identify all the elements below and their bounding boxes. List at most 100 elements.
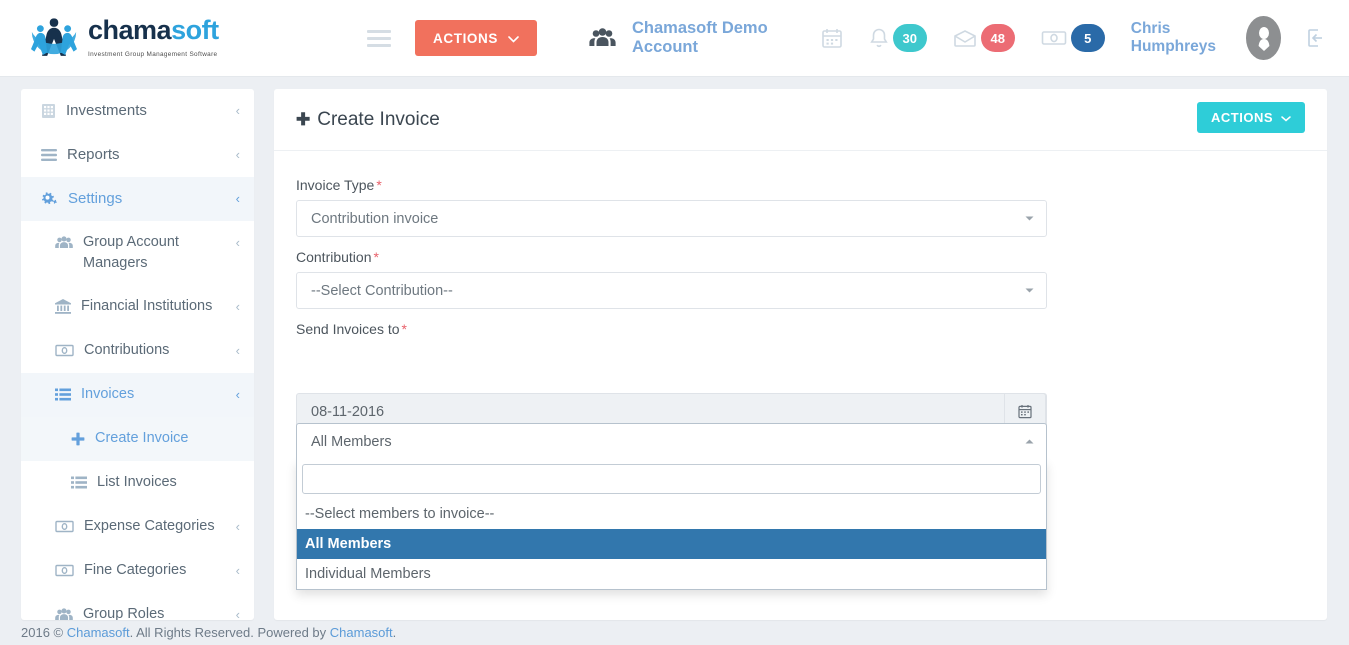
- dropdown-option-label: --Select members to invoice--: [305, 506, 495, 522]
- send-invoices-to-select[interactable]: All Members: [296, 423, 1047, 460]
- invoice-type-label-text: Invoice Type: [296, 177, 375, 193]
- create-invoice-form: Invoice Type * Contribution invoice Contr…: [274, 151, 1327, 590]
- sidebar-item-settings[interactable]: Settings ‹: [21, 177, 254, 221]
- logo-word-primary: chama: [88, 14, 172, 45]
- send-invoices-to-value: All Members: [311, 434, 392, 450]
- chamasoft-people-logo-icon: [28, 15, 80, 61]
- logo[interactable]: chamasoft Investment Group Management So…: [28, 15, 333, 61]
- dropdown-option-individual-members[interactable]: Individual Members: [297, 559, 1046, 589]
- sidebar-item-reports[interactable]: Reports ‹: [21, 133, 254, 177]
- page-title: ✚ Create Invoice: [296, 109, 440, 131]
- dropdown-search-input[interactable]: [302, 464, 1041, 494]
- group-people-icon: [55, 604, 73, 620]
- send-invoices-to-dropdown: All Members --Select members to invoice-…: [296, 423, 1047, 590]
- footer-text-before: 2016 ©: [21, 625, 67, 640]
- sidebar-item-label: Fine Categories: [84, 562, 187, 578]
- hamburger-bar: [366, 29, 392, 33]
- money-icon: [55, 560, 74, 581]
- group-people-icon: [589, 28, 616, 48]
- main-content-panel: ✚ Create Invoice ACTIONS Invoice Type * C…: [274, 89, 1327, 620]
- dropdown-menu: --Select members to invoice-- All Member…: [296, 460, 1047, 590]
- field-send-invoices-to: Send Invoices to *: [296, 321, 1305, 381]
- avatar[interactable]: [1246, 16, 1281, 60]
- sidebar-item-create-invoice[interactable]: Create Invoice: [21, 417, 254, 461]
- bell-icon: [869, 27, 889, 49]
- dropdown-option-label: All Members: [305, 536, 392, 552]
- sidebar-item-label: Group Roles: [83, 606, 165, 620]
- sidebar-item-invoices[interactable]: Invoices ‹: [21, 373, 254, 417]
- page-title-text: Create Invoice: [317, 108, 440, 130]
- building-icon: [41, 100, 56, 121]
- group-account-link[interactable]: Chamasoft Demo Account: [589, 19, 821, 57]
- sidebar-item-label: Investments: [66, 102, 147, 119]
- sidebar-item-label: Invoices: [81, 386, 135, 402]
- invoice-type-label: Invoice Type *: [296, 177, 1305, 193]
- invoice-type-value: Contribution invoice: [311, 210, 439, 227]
- sidebar-item-label: Group Account Managers: [83, 234, 179, 271]
- dropdown-option-select-members[interactable]: --Select members to invoice--: [297, 499, 1046, 529]
- money-icon: [1041, 29, 1067, 47]
- sidebar-item-expense-categories[interactable]: Expense Categories ‹: [21, 505, 254, 549]
- sidebar-item-fine-categories[interactable]: Fine Categories ‹: [21, 549, 254, 593]
- invoice-type-select[interactable]: Contribution invoice: [296, 200, 1047, 237]
- logo-tagline: Investment Group Management Software: [88, 50, 218, 58]
- logo-text: chamasoft Investment Group Management So…: [88, 14, 333, 60]
- chevron-left-icon: ‹: [235, 563, 240, 578]
- sidebar-item-group-account-managers[interactable]: Group Account Managers ‹: [21, 221, 254, 285]
- group-people-icon: [55, 232, 73, 253]
- money-icon: [55, 516, 74, 537]
- footer: 2016 © Chamasoft. All Rights Reserved. P…: [0, 621, 1349, 645]
- sidebar-item-label: Settings: [68, 190, 123, 207]
- hamburger-icon[interactable]: [366, 26, 392, 51]
- list-icon: [71, 472, 87, 493]
- required-marker: *: [376, 177, 382, 193]
- contribution-select[interactable]: --Select Contribution--: [296, 272, 1047, 309]
- bell-notification[interactable]: 30: [869, 24, 927, 52]
- chevron-left-icon: ‹: [235, 191, 240, 206]
- chevron-left-icon: ‹: [235, 147, 240, 162]
- message-notification[interactable]: 48: [953, 24, 1015, 52]
- bank-icon: [55, 296, 71, 317]
- sidebar-item-group-roles[interactable]: Group Roles ‹: [21, 593, 254, 620]
- logo-word-secondary: soft: [171, 14, 219, 45]
- send-invoices-to-label: Send Invoices to *: [296, 321, 1305, 337]
- required-marker: *: [373, 249, 379, 265]
- chevron-down-icon: [508, 31, 519, 46]
- sidebar-item-label: Contributions: [84, 342, 170, 358]
- calendar-icon: [821, 27, 843, 49]
- footer-link-chamasoft[interactable]: Chamasoft: [67, 625, 130, 640]
- money-notification[interactable]: 5: [1041, 24, 1105, 52]
- bell-badge: 30: [892, 24, 927, 52]
- panel-header: ✚ Create Invoice ACTIONS: [274, 89, 1327, 151]
- message-badge: 48: [980, 24, 1015, 52]
- field-invoice-type: Invoice Type * Contribution invoice: [296, 177, 1305, 237]
- dropdown-option-all-members[interactable]: All Members: [297, 529, 1046, 559]
- dropdown-search-wrap: [297, 460, 1046, 499]
- sidebar-item-label: List Invoices: [97, 474, 177, 490]
- header-actions-button[interactable]: ACTIONS: [415, 20, 537, 56]
- sidebar-item-contributions[interactable]: Contributions ‹: [21, 329, 254, 373]
- sidebar-item-label: Create Invoice: [95, 430, 189, 446]
- footer-text-after: .: [392, 625, 397, 640]
- sidebar-item-investments[interactable]: Investments ‹: [21, 89, 254, 133]
- sidebar-item-list-invoices[interactable]: List Invoices: [21, 461, 254, 505]
- sidebar-item-financial-institutions[interactable]: Financial Institutions ‹: [21, 285, 254, 329]
- user-name-label[interactable]: Chris Humphreys: [1131, 20, 1233, 56]
- sidebar-item-label: Financial Institutions: [81, 298, 213, 314]
- field-contribution: Contribution * --Select Contribution--: [296, 249, 1305, 309]
- logout-icon[interactable]: [1305, 27, 1327, 49]
- calendar-notification[interactable]: [821, 27, 843, 49]
- chevron-left-icon: ‹: [235, 343, 240, 358]
- contribution-label-text: Contribution: [296, 249, 372, 265]
- header-right-tools: 30 48 5 Chris Humphreys: [821, 16, 1327, 60]
- gears-icon: [41, 188, 58, 209]
- footer-link-chamasoft-powered[interactable]: Chamasoft: [330, 625, 393, 640]
- panel-actions-button[interactable]: ACTIONS: [1197, 102, 1305, 133]
- chevron-down-icon: [1281, 110, 1291, 125]
- chevron-left-icon: ‹: [235, 519, 240, 534]
- money-icon: [55, 340, 74, 361]
- required-marker: *: [401, 321, 407, 337]
- group-account-label: Chamasoft Demo Account: [631, 19, 768, 56]
- chevron-down-icon: [1025, 285, 1034, 296]
- sidebar: Investments ‹ Reports ‹ Settings ‹ Group…: [21, 89, 254, 620]
